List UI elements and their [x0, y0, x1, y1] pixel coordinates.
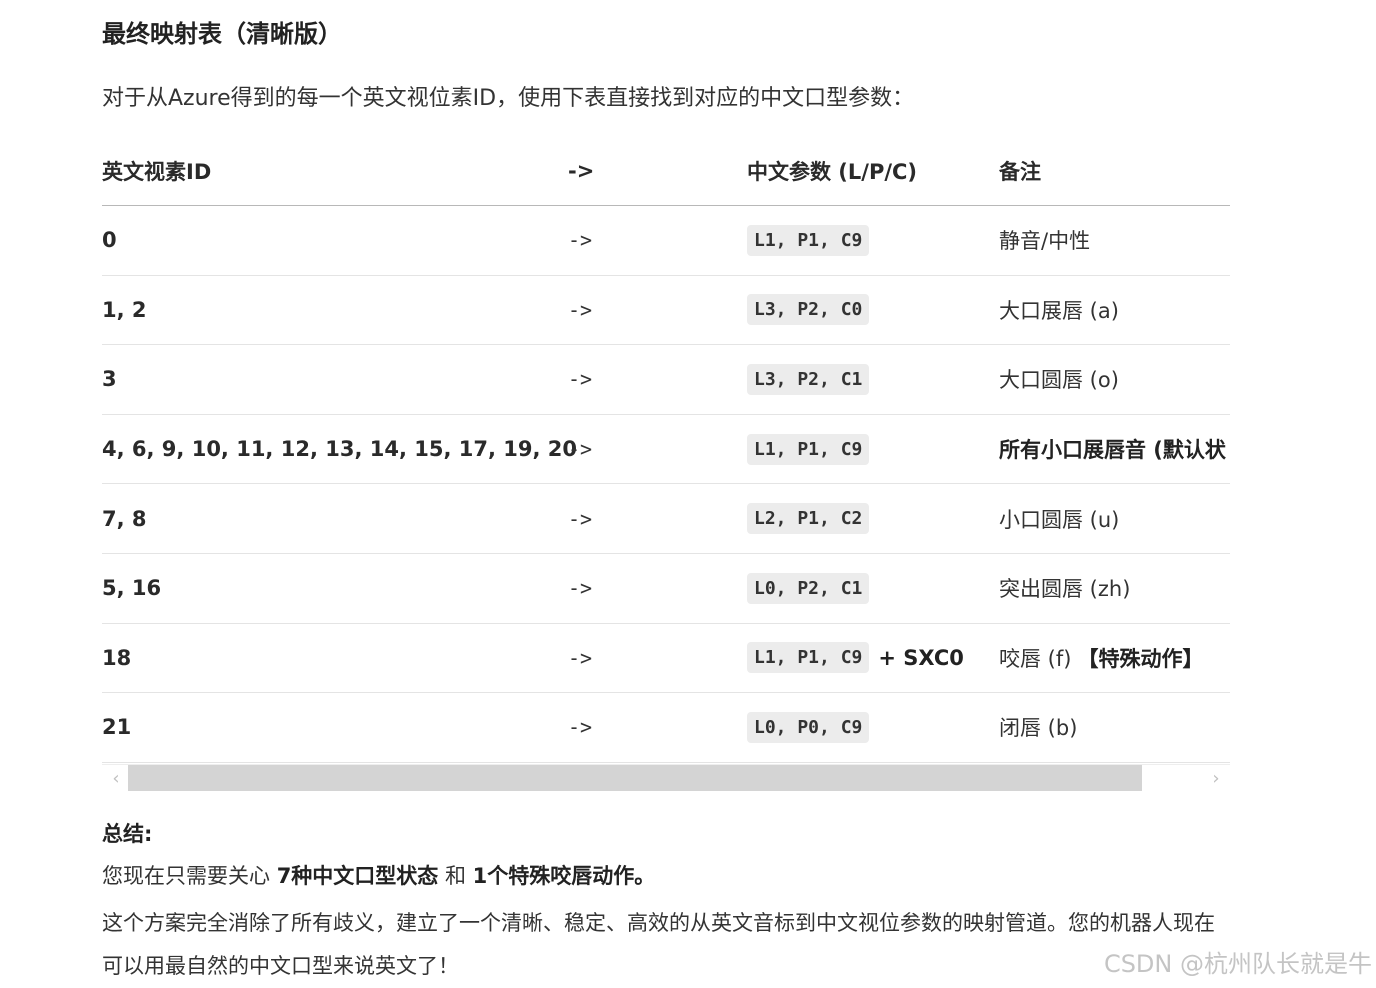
param-code: L0, P0, C9 — [747, 711, 870, 743]
summary-line: 您现在只需要关心 7种中文口型状态 和 1个特殊咬唇动作。 — [102, 860, 655, 890]
param-code: L3, P2, C0 — [747, 294, 870, 326]
arrow-cell: -> — [568, 576, 593, 601]
note-cell: 静音/中性 — [999, 206, 1090, 275]
note-text: 所有小口展唇音 (默认状 — [999, 438, 1226, 463]
param-code: L1, P1, C9 — [747, 433, 870, 465]
param-cell: L1, P1, C9 + SXC0 — [747, 624, 964, 693]
param-cell: L0, P0, C9 — [747, 693, 870, 762]
header-id: 英文视素ID — [102, 159, 212, 184]
viseme-id-cell: 4, 6, 9, 10, 11, 12, 13, 14, 15, 17, 19,… — [102, 437, 578, 462]
param-extra: + SXC0 — [878, 645, 964, 670]
param-cell: L1, P1, C9 — [747, 206, 870, 275]
param-code: L1, P1, C9 — [747, 642, 870, 674]
viseme-id-cell: 3 — [102, 367, 117, 392]
note-text: 闭唇 (b) — [999, 716, 1078, 741]
arrow-cell: -> — [568, 715, 593, 740]
table-row: 0 -> L1, P1, C9 静音/中性 — [102, 206, 1230, 276]
summary-title: 总结: — [102, 822, 153, 846]
table-body: 0 -> L1, P1, C9 静音/中性 1, 2 -> L3, P2, C0 大口展唇 (… — [102, 206, 1230, 763]
note-cell: 小口圆唇 (u) — [999, 484, 1119, 553]
mapping-table: 英文视素ID -> 中文参数 (L/P/C) 备注 0 -> L1, P1, C9 静… — [102, 136, 1230, 764]
param-cell: L0, P2, C1 — [747, 554, 870, 623]
arrow-cell: -> — [568, 228, 593, 253]
table-row: 1, 2 -> L3, P2, C0 大口展唇 (a) — [102, 276, 1230, 346]
note-cell: 闭唇 (b) — [999, 693, 1077, 762]
param-code: L1, P1, C9 — [747, 224, 870, 256]
table-row: 5, 16 -> L0, P2, C1 突出圆唇 (zh) — [102, 554, 1230, 624]
intro-paragraph: 对于从Azure得到的每一个英文视位素ID，使用下表直接找到对应的中文口型参数： — [102, 86, 915, 111]
summary-bold-action: 1个特殊咬唇动作。 — [472, 864, 656, 888]
note-cell: 突出圆唇 (zh) — [999, 554, 1130, 623]
arrow-cell: -> — [568, 297, 593, 322]
viseme-id-cell: 18 — [102, 645, 132, 670]
header-note: 备注 — [999, 159, 1041, 184]
table-header-row: 英文视素ID -> 中文参数 (L/P/C) 备注 — [102, 136, 1230, 206]
arrow-cell: -> — [568, 367, 593, 392]
summary-prefix: 您现在只需要关心 — [102, 864, 277, 888]
csdn-watermark: CSDN @杭州队长就是牛 — [1103, 950, 1372, 978]
summary-mid: 和 — [438, 864, 473, 888]
table-row: 4, 6, 9, 10, 11, 12, 13, 14, 15, 17, 19,… — [102, 415, 1230, 485]
horizontal-scrollbar[interactable]: ‹ › — [102, 764, 1230, 791]
header-arrow: -> — [568, 158, 595, 183]
param-cell: L2, P1, C2 — [747, 484, 870, 553]
arrow-cell: -> — [568, 506, 593, 531]
table-row: 7, 8 -> L2, P1, C2 小口圆唇 (u) — [102, 484, 1230, 554]
param-code: L0, P2, C1 — [747, 572, 870, 604]
scroll-left-icon[interactable]: ‹ — [106, 765, 126, 791]
viseme-id-cell: 7, 8 — [102, 506, 147, 531]
arrow-cell: -> — [568, 645, 593, 670]
note-text: 咬唇 (f) — [999, 646, 1072, 671]
scrollbar-thumb[interactable] — [128, 765, 1142, 791]
note-cell: 所有小口展唇音 (默认状 — [999, 415, 1226, 484]
param-cell: L1, P1, C9 — [747, 415, 870, 484]
summary-bold-states: 7种中文口型状态 — [276, 864, 439, 888]
viseme-id-cell: 5, 16 — [102, 576, 162, 601]
table-row: 21 -> L0, P0, C9 闭唇 (b) — [102, 693, 1230, 763]
viseme-id-cell: 21 — [102, 715, 132, 740]
table-row: 18 -> L1, P1, C9 + SXC0 咬唇 (f) 【特殊动作】 — [102, 624, 1230, 694]
arrow-cell: -> — [568, 437, 593, 462]
viseme-id-cell: 1, 2 — [102, 297, 147, 322]
note-text: 小口圆唇 (u) — [999, 507, 1120, 532]
param-cell: L3, P2, C0 — [747, 276, 870, 345]
note-cell: 大口圆唇 (o) — [999, 345, 1119, 414]
section-title: 最终映射表（清晰版） — [102, 20, 342, 48]
viseme-id-cell: 0 — [102, 228, 117, 253]
header-param: 中文参数 (L/P/C) — [747, 159, 918, 184]
note-cell: 大口展唇 (a) — [999, 276, 1119, 345]
note-cell: 咬唇 (f) 【特殊动作】 — [999, 624, 1203, 693]
summary-paragraph: 这个方案完全消除了所有歧义，建立了一个清晰、稳定、高效的从英文音标到中文视位参数… — [102, 911, 1215, 978]
param-code: L2, P1, C2 — [747, 503, 870, 535]
note-text: 大口展唇 (a) — [999, 298, 1119, 323]
note-strong: 【特殊动作】 — [1077, 646, 1204, 671]
param-code: L3, P2, C1 — [747, 363, 870, 395]
note-text: 静音/中性 — [999, 229, 1091, 254]
table-row: 3 -> L3, P2, C1 大口圆唇 (o) — [102, 345, 1230, 415]
note-text: 大口圆唇 (o) — [999, 368, 1119, 393]
note-text: 突出圆唇 (zh) — [999, 577, 1131, 602]
scroll-right-icon[interactable]: › — [1206, 765, 1226, 791]
param-cell: L3, P2, C1 — [747, 345, 870, 414]
